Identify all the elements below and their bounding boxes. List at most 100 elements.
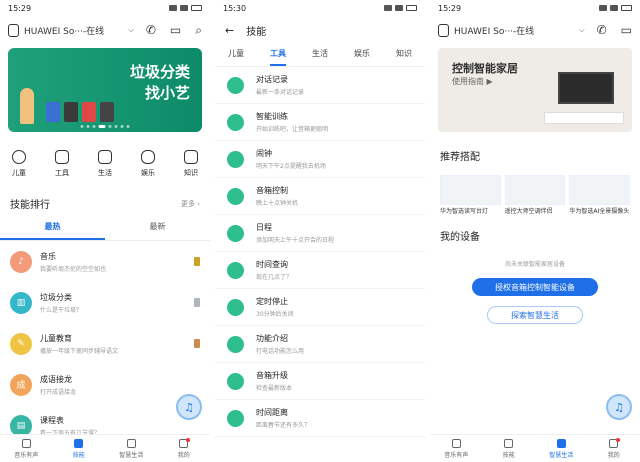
list-item[interactable]: 智能训练 开始训练吧，让音箱更聪明 [215, 104, 425, 141]
skill-ranking-header: 技能排行 更多 › [0, 178, 210, 217]
list-item[interactable]: 音箱升级 检查最新版本 [215, 363, 425, 400]
wifi-icon [610, 5, 618, 11]
speaker-icon [438, 23, 449, 37]
message-icon[interactable]: ▭ [621, 23, 632, 37]
remote-image [504, 175, 566, 205]
message-icon[interactable]: ▭ [170, 23, 181, 38]
product-ac-companion[interactable]: 遥控大师空调伴侣 [504, 175, 566, 216]
nav-skills[interactable]: 技能 [53, 435, 106, 462]
nav-music[interactable]: 音乐有声 [0, 435, 53, 462]
nav-music[interactable]: 音乐有声 [430, 435, 483, 462]
product-row: 华为智选读写台灯 遥控大师空调伴侣 华为智选AI全景摄像头 [430, 169, 640, 216]
chevron-down-icon[interactable]: ⌵ [129, 26, 134, 35]
book-icon [184, 150, 198, 164]
screen-skills-tools: 15:30 ← 技能 儿童 工具 生活 娱乐 知识 对话记录 最新一条对话记录 智… [215, 0, 425, 462]
smart-life-nav-icon [556, 438, 566, 448]
explore-smart-life-button[interactable]: 探索智慧生活 [487, 306, 583, 324]
category-children[interactable]: 儿童 [12, 150, 26, 178]
list-item[interactable]: 定时停止 30分钟后关闭 [215, 289, 425, 326]
nav-me[interactable]: 我的 [588, 435, 640, 462]
tab-knowledge[interactable]: 知识 [396, 48, 412, 66]
countdown-icon [227, 409, 244, 427]
camera-image [569, 175, 631, 205]
nav-skills[interactable]: 技能 [483, 435, 536, 462]
tab-newest[interactable]: 最新 [105, 217, 210, 240]
chevron-down-icon[interactable]: ⌵ [579, 26, 584, 35]
category-entertainment[interactable]: 娱乐 [141, 150, 155, 178]
list-item[interactable]: 时间距离 距离春节还有多久？ [215, 400, 425, 437]
signal-icon [384, 5, 392, 11]
banner-garbage-sorting[interactable]: 垃圾分类找小艺 [8, 48, 202, 132]
trash-icon: ▥ [10, 291, 32, 314]
phone-icon[interactable]: ✆ [597, 23, 607, 37]
tab-hottest[interactable]: 最热 [0, 217, 105, 240]
nav-me[interactable]: 我的 [158, 435, 211, 462]
banner-title: 控制智能家居 [452, 62, 518, 75]
lamp-image [440, 175, 501, 205]
page-title: 技能 [246, 26, 267, 38]
cup-icon [98, 150, 112, 164]
product-desk-lamp[interactable]: 华为智选读写台灯 [440, 175, 501, 216]
status-icons [599, 5, 632, 11]
search-icon[interactable]: ⌕ [195, 23, 202, 38]
status-icons [169, 5, 202, 11]
rank-badge-icon [194, 257, 200, 266]
carousel-dots[interactable] [80, 125, 130, 128]
nav-smart-life[interactable]: 智慧生活 [535, 435, 588, 462]
music-icon: ♪ [10, 250, 32, 273]
list-item[interactable]: 时间查询 现在几点了？ [215, 252, 425, 289]
music-note-icon: ♫ [184, 400, 194, 414]
timer-icon [227, 298, 244, 316]
banner-title-2: 找小艺 [144, 84, 190, 102]
banner-smart-home[interactable]: 控制智能家居 使用指南 ▶ [438, 48, 632, 132]
toolbox-icon [55, 150, 69, 164]
gamepad-icon [141, 150, 155, 164]
tab-life[interactable]: 生活 [312, 48, 328, 66]
authorize-control-button[interactable]: 授权音箱控制智能设备 [472, 278, 598, 296]
product-camera[interactable]: 华为智选AI全景摄像头 [569, 175, 631, 216]
list-item[interactable]: 对话记录 最新一条对话记录 [215, 67, 425, 104]
list-item[interactable]: ✎ 儿童教育 播放一年级下册同步辅导语文 [0, 323, 210, 364]
list-item[interactable]: 功能介绍 打电话功能怎么用 [215, 326, 425, 363]
voice-assistant-button[interactable]: ♫ [176, 394, 202, 420]
list-item[interactable]: ▥ 垃圾分类 什么是干垃圾？ [0, 282, 210, 323]
section-title: 推荐搭配 [440, 152, 480, 163]
child-icon [12, 150, 26, 164]
voice-assistant-button[interactable]: ♫ [606, 394, 632, 420]
rank-badge-icon [194, 339, 200, 348]
screen-smart-life: 15:29 HUAWEI So···-在线 ⌵ ✆ ▭ 控制智能家居 使用指南 … [430, 0, 640, 462]
person-illustration [20, 88, 34, 124]
status-time: 15:29 [438, 3, 462, 13]
battery-icon [621, 5, 632, 11]
calendar-icon [227, 224, 244, 242]
category-life[interactable]: 生活 [98, 150, 112, 178]
category-knowledge[interactable]: 知识 [184, 150, 198, 178]
skills-nav-icon [504, 438, 514, 448]
bins-illustration [46, 102, 114, 122]
tab-children[interactable]: 儿童 [228, 48, 244, 66]
banner-title-1: 垃圾分类 [129, 63, 190, 81]
status-time: 15:29 [8, 3, 32, 13]
tab-tools[interactable]: 工具 [270, 48, 286, 66]
guide-link[interactable]: 使用指南 ▶ [452, 76, 493, 87]
status-bar: 15:30 [215, 0, 425, 16]
device-selector[interactable]: HUAWEI So···-在线 [24, 24, 129, 37]
wifi-icon [180, 5, 188, 11]
list-item[interactable]: 日程 添加明天上午十点开会的日程 [215, 215, 425, 252]
status-bar: 15:29 [0, 0, 210, 16]
phone-icon[interactable]: ✆ [146, 23, 156, 38]
back-arrow-icon[interactable]: ← [225, 24, 234, 37]
list-item[interactable]: 闹钟 明天下午2点提醒我去机场 [215, 141, 425, 178]
training-icon [227, 113, 244, 131]
music-note-icon: ♫ [614, 400, 624, 414]
list-item[interactable]: 音箱控制 晚上十点钟关机 [215, 178, 425, 215]
section-title: 技能排行 [10, 200, 50, 211]
nav-smart-life[interactable]: 智慧生活 [105, 435, 158, 462]
skills-nav-icon [74, 438, 84, 448]
bottom-nav: 音乐有声 技能 智慧生活 我的 [0, 434, 210, 462]
list-item[interactable]: ♪ 音乐 我要听周杰伦的空空如也 [0, 241, 210, 282]
more-link[interactable]: 更多 › [181, 199, 200, 209]
category-tools[interactable]: 工具 [55, 150, 69, 178]
tab-entertainment[interactable]: 娱乐 [354, 48, 370, 66]
device-selector[interactable]: HUAWEI So···-在线 [454, 24, 579, 37]
